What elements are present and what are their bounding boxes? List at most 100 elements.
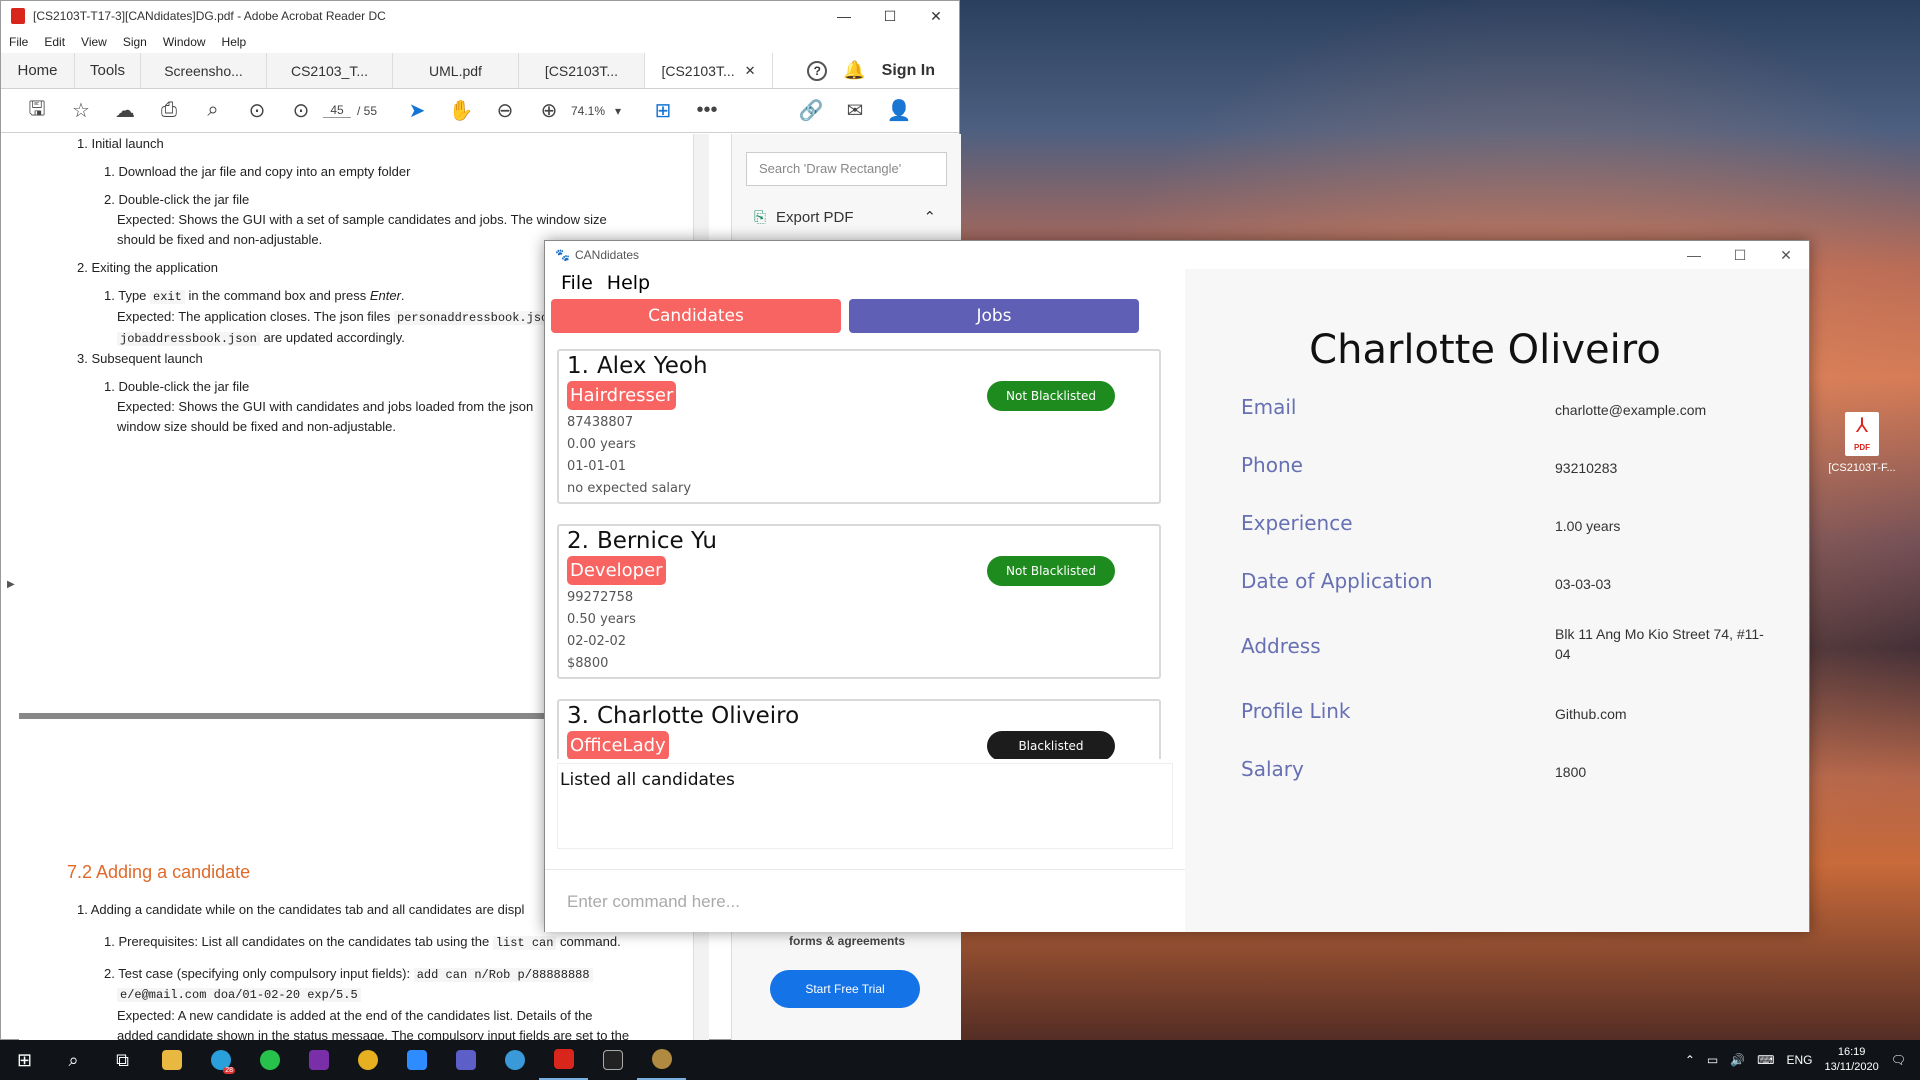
candidate-date: 01-01-01 [567, 459, 627, 474]
detail-label: Phone [1241, 453, 1303, 477]
candidate-card[interactable]: 3. Charlotte Oliveiro OfficeLady Blacklis… [557, 699, 1161, 759]
minimize-icon[interactable]: — [821, 1, 867, 31]
tools-search-input[interactable]: Search 'Draw Rectangle' [746, 152, 947, 186]
candidate-name-row: 2. Bernice Yu [567, 528, 1151, 554]
battery-icon[interactable]: ▭ [1707, 1053, 1718, 1067]
menu-help[interactable]: Help [222, 35, 247, 49]
detail-value: 03-03-03 [1555, 576, 1612, 592]
doc-line: added candidate shown in the status mess… [117, 1028, 630, 1040]
menu-edit[interactable]: Edit [44, 35, 65, 49]
detail-label: Profile Link [1241, 699, 1351, 723]
notification-center-icon[interactable]: 🗨 [1891, 1053, 1906, 1067]
menu-file[interactable]: File [561, 272, 593, 294]
command-input[interactable]: Enter command here... [545, 869, 1185, 931]
left-panel-toggle-icon[interactable]: ▶ [7, 579, 15, 590]
zoom-select[interactable]: 74.1% ▾ [571, 104, 641, 118]
minimize-icon[interactable]: — [1671, 241, 1717, 269]
tab-doc-uml[interactable]: UML.pdf [393, 53, 519, 88]
chrome-icon[interactable] [343, 1040, 392, 1080]
zoom-out-icon[interactable]: ⊖ [483, 98, 527, 123]
candidate-name-row: 3. Charlotte Oliveiro [567, 703, 1151, 729]
zoom-icon[interactable] [392, 1040, 441, 1080]
whatsapp-icon[interactable] [245, 1040, 294, 1080]
maximize-icon[interactable]: ☐ [1717, 241, 1763, 269]
candidate-list[interactable]: 1. Alex Yeoh Hairdresser 87438807 0.00 ye… [557, 349, 1161, 759]
status-badge: Not Blacklisted [987, 556, 1115, 586]
candidate-index: 1. [567, 353, 589, 379]
sign-in-button[interactable]: Sign In [882, 62, 935, 80]
telegram-icon[interactable]: 28 [196, 1040, 245, 1080]
zoom-value: 74.1% [571, 103, 606, 118]
role-tag: Hairdresser [567, 381, 677, 410]
menu-file[interactable]: File [9, 35, 28, 49]
acrobat-toolbar: 🖫 ☆ ☁ ⎙ ⌕ ⊙ ⊙ 45 / 55 ➤ ✋ ⊖ ⊕ 74.1% ▾ ⊞ … [1, 89, 959, 133]
volume-icon[interactable]: 🔊 [1730, 1053, 1745, 1067]
tab-close-icon[interactable]: ✕ [745, 63, 756, 79]
close-icon[interactable]: ✕ [1763, 241, 1809, 269]
doc-text: 1. Type [104, 288, 151, 303]
acrobat-taskbar-icon[interactable] [539, 1040, 588, 1080]
mail-icon[interactable]: ✉ [833, 98, 877, 123]
menu-window[interactable]: Window [163, 35, 206, 49]
page-number-input[interactable]: 45 [323, 103, 351, 118]
tab-home[interactable]: Home [1, 53, 75, 88]
terminal-icon[interactable] [588, 1040, 637, 1080]
tab-doc-cs2103[interactable]: CS2103_T... [267, 53, 393, 88]
print-icon[interactable]: ⎙ [147, 99, 191, 122]
link-icon[interactable]: 🔗 [789, 98, 833, 123]
save-icon[interactable]: 🖫 [15, 94, 59, 128]
next-page-icon[interactable]: ⊙ [279, 98, 323, 123]
maximize-icon[interactable]: ☐ [867, 1, 913, 31]
language-indicator[interactable]: ENG [1787, 1053, 1813, 1067]
chevron-up-icon[interactable]: ⌃ [924, 208, 937, 226]
file-explorer-icon[interactable] [147, 1040, 196, 1080]
tab-doc-screenshot[interactable]: Screensho... [141, 53, 267, 88]
doc-line: 1. Download the jar file and copy into a… [104, 164, 411, 179]
export-pdf-item[interactable]: ⎘ Export PDF ⌃ [754, 208, 961, 227]
email-client-icon[interactable] [490, 1040, 539, 1080]
doc-line: 2. Double-click the jar file [104, 192, 250, 207]
tab-doc-cs2103t[interactable]: [CS2103T... [519, 53, 645, 88]
desktop-pdf-shortcut[interactable]: ⅄ [CS2103T-F... [1824, 412, 1900, 474]
doc-line: 1. Initial launch [77, 136, 164, 151]
doc-text: Expected: The application closes. The js… [117, 309, 395, 324]
tab-tools[interactable]: Tools [75, 53, 141, 88]
windows-start-icon[interactable]: ⊞ [0, 1040, 49, 1080]
clock[interactable]: 16:19 13/11/2020 [1825, 1045, 1879, 1075]
menu-help[interactable]: Help [607, 272, 650, 294]
detail-value: Github.com [1555, 706, 1627, 722]
candidate-salary: $8800 [567, 656, 609, 671]
acrobat-tabbar: Home Tools Screensho... CS2103_T... UML.… [1, 53, 959, 89]
star-icon[interactable]: ☆ [59, 98, 103, 123]
tab-candidates[interactable]: Candidates [551, 299, 841, 333]
search-icon[interactable]: ⌕ [49, 1040, 98, 1080]
close-icon[interactable]: ✕ [913, 1, 959, 31]
candidate-card[interactable]: 2. Bernice Yu Developer 99272758 0.50 yea… [557, 524, 1161, 679]
bell-icon[interactable]: 🔔 [843, 60, 865, 81]
menu-view[interactable]: View [81, 35, 107, 49]
select-cursor-icon[interactable]: ➤ [395, 98, 439, 123]
candidate-card[interactable]: 1. Alex Yeoh Hairdresser 87438807 0.00 ye… [557, 349, 1161, 504]
doc-code: exit [150, 290, 185, 304]
upload-cloud-icon[interactable]: ☁ [103, 98, 147, 123]
add-user-icon[interactable]: 👤 [877, 98, 921, 123]
fit-page-icon[interactable]: ⊞ [641, 98, 685, 123]
start-free-trial-button[interactable]: Start Free Trial [770, 970, 920, 1008]
teams-icon[interactable] [441, 1040, 490, 1080]
more-icon[interactable]: ••• [685, 99, 729, 122]
chevron-up-icon[interactable]: ⌃ [1685, 1053, 1695, 1067]
doc-line: 2. Test case (specifying only compulsory… [104, 964, 593, 985]
search-zoom-icon[interactable]: ⌕ [191, 99, 235, 122]
onenote-icon[interactable] [294, 1040, 343, 1080]
zoom-in-icon[interactable]: ⊕ [527, 98, 571, 123]
candidates-taskbar-icon[interactable] [637, 1040, 686, 1080]
status-badge: Blacklisted [987, 731, 1115, 759]
prev-page-icon[interactable]: ⊙ [235, 98, 279, 123]
hand-tool-icon[interactable]: ✋ [439, 98, 483, 123]
task-view-icon[interactable]: ⧉ [98, 1040, 147, 1080]
tab-jobs[interactable]: Jobs [849, 299, 1139, 333]
tab-doc-active[interactable]: [CS2103T... ✕ [645, 53, 773, 88]
help-icon[interactable]: ? [807, 60, 828, 81]
keyboard-icon[interactable]: ⌨ [1757, 1053, 1774, 1067]
menu-sign[interactable]: Sign [123, 35, 147, 49]
